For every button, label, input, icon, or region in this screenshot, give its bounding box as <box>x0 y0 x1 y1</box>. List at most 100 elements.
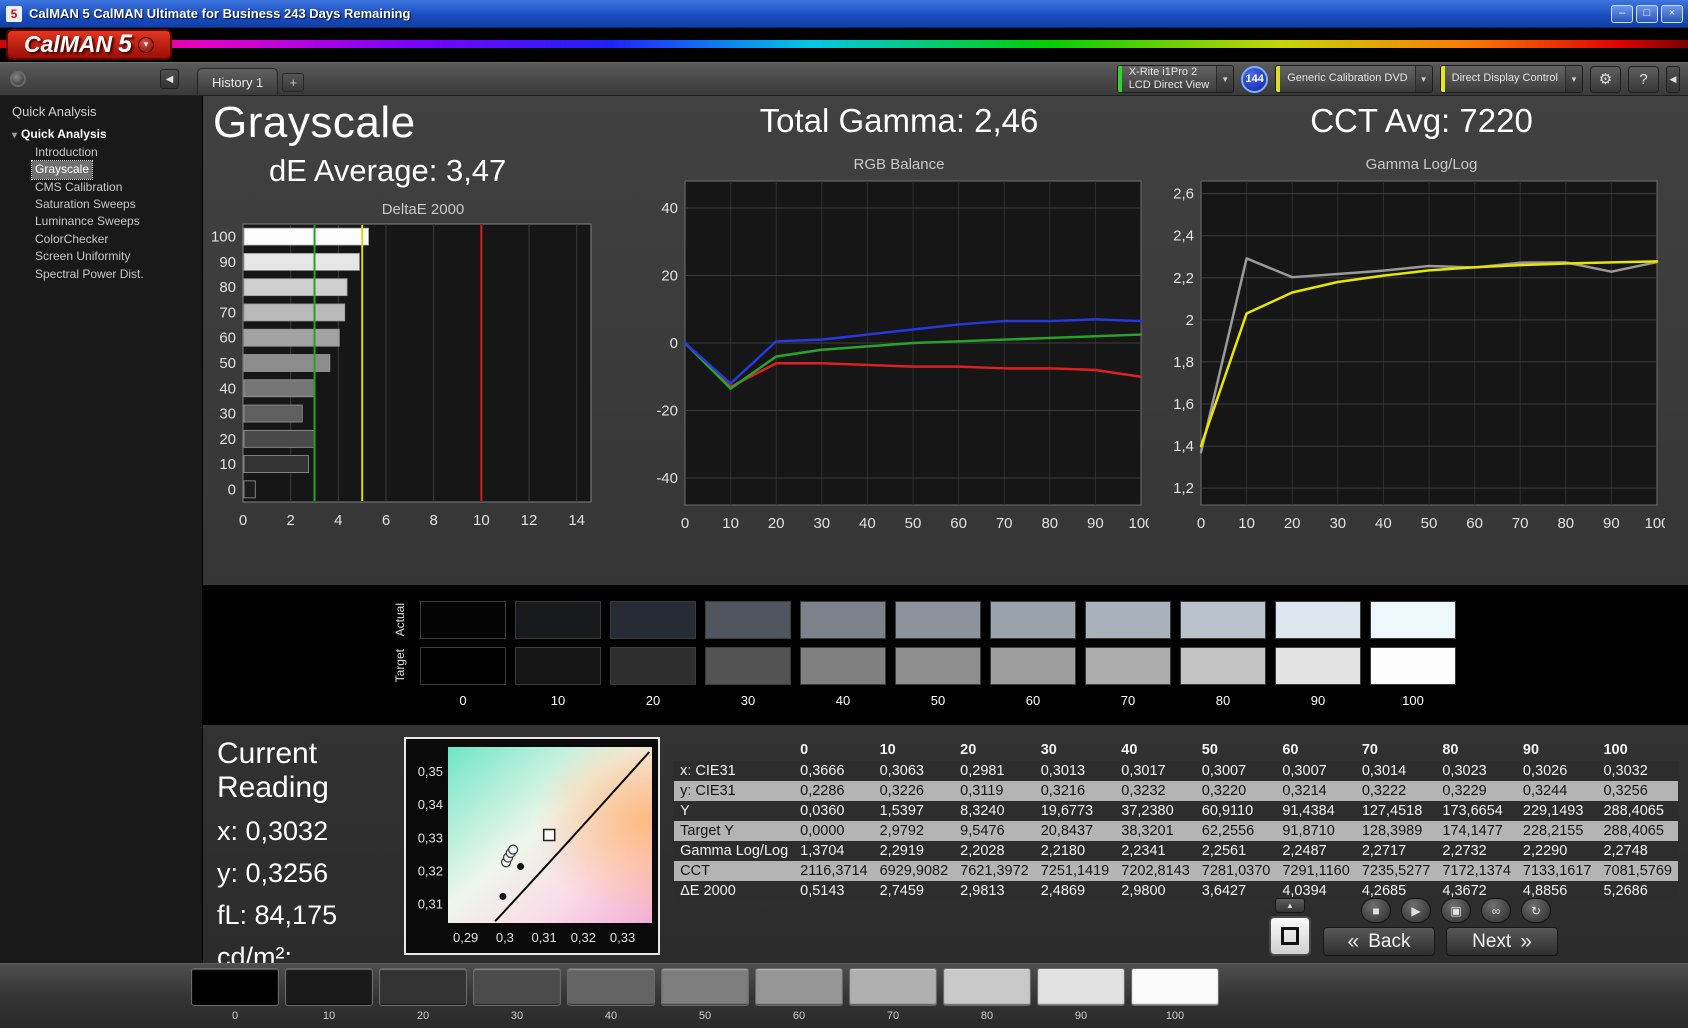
pattern-swatch-0[interactable]: 0 <box>191 968 279 1022</box>
next-button[interactable]: Next » <box>1446 927 1558 956</box>
continuous-measure-button[interactable]: ∞ <box>1481 898 1511 923</box>
pattern-swatch-button[interactable] <box>755 968 843 1006</box>
svg-text:20: 20 <box>661 268 678 285</box>
pattern-swatch-100[interactable]: 100 <box>1131 968 1219 1022</box>
svg-text:2,4: 2,4 <box>1173 228 1194 245</box>
svg-text:40: 40 <box>1375 515 1392 532</box>
target-swatch-20 <box>610 647 696 685</box>
target-swatch-90 <box>1275 647 1361 685</box>
svg-text:50: 50 <box>1421 515 1438 532</box>
pattern-window-button[interactable] <box>1269 916 1311 956</box>
transport-buttons: ■ ▶ ▣ ∞ ↻ <box>1361 898 1558 923</box>
pattern-swatch-button[interactable] <box>191 968 279 1006</box>
pattern-swatch-button[interactable] <box>943 968 1031 1006</box>
display-dropdown-icon[interactable]: ▼ <box>1565 66 1582 92</box>
add-tab-button[interactable]: + <box>282 73 305 92</box>
svg-text:-40: -40 <box>656 470 678 487</box>
svg-text:1,6: 1,6 <box>1173 396 1194 413</box>
sidebar-tree-root[interactable]: ▾ Quick Analysis <box>12 127 194 141</box>
tree-collapse-icon[interactable]: ▾ <box>12 130 17 141</box>
svg-text:10: 10 <box>219 456 236 473</box>
help-button[interactable]: ? <box>1628 65 1659 93</box>
brand-bar: CalMAN 5 ▾ <box>0 28 1688 62</box>
meter-dropdown-icon[interactable]: ▼ <box>1216 66 1234 92</box>
pattern-swatch-button[interactable] <box>849 968 937 1006</box>
pattern-swatch-60[interactable]: 60 <box>755 968 843 1022</box>
actual-swatch-0 <box>420 601 506 639</box>
tab-history-1[interactable]: History 1 <box>197 68 279 95</box>
sidebar-item-grayscale[interactable]: Grayscale <box>30 160 94 180</box>
sidebar-item-spectral-power-dist-[interactable]: Spectral Power Dist. <box>32 266 147 283</box>
sidebar-item-saturation-sweeps[interactable]: Saturation Sweeps <box>32 196 139 213</box>
settings-gear-button[interactable]: ⚙ <box>1590 65 1621 93</box>
svg-text:80: 80 <box>1041 515 1058 532</box>
sidebar-item-introduction[interactable]: Introduction <box>32 144 101 161</box>
pattern-swatch-10[interactable]: 10 <box>285 968 373 1022</box>
actual-swatch-90 <box>1275 601 1361 639</box>
sidebar-item-luminance-sweeps[interactable]: Luminance Sweeps <box>32 213 143 230</box>
pattern-swatch-button[interactable] <box>379 968 467 1006</box>
table-col-10: 10 <box>879 742 896 758</box>
pattern-swatch-50[interactable]: 50 <box>661 968 749 1022</box>
actual-swatch-60 <box>990 601 1076 639</box>
logo-menu-icon[interactable]: ▾ <box>138 36 155 53</box>
pattern-swatch-20[interactable]: 20 <box>379 968 467 1022</box>
sidebar-collapse-button[interactable]: ◀ <box>160 69 179 89</box>
actual-swatch-50 <box>895 601 981 639</box>
pattern-swatch-80[interactable]: 80 <box>943 968 1031 1022</box>
sidebar-item-screen-uniformity[interactable]: Screen Uniformity <box>32 248 133 265</box>
source-selector[interactable]: Generic Calibration DVD ▼ <box>1275 65 1433 93</box>
single-measure-button[interactable]: ▣ <box>1441 898 1471 923</box>
pattern-swatch-40[interactable]: 40 <box>567 968 655 1022</box>
rgb-balance-chart: -40 -20 0 20 40 0 10 20 30 40 50 60 70 80 90 100 <box>641 173 1157 537</box>
current-reading-title: Current Reading <box>217 737 329 804</box>
pattern-swatch-button[interactable] <box>285 968 373 1006</box>
right-panel-collapse-button[interactable]: ◀ <box>1666 65 1680 93</box>
svg-text:-20: -20 <box>656 403 678 420</box>
meter-mode: LCD Direct View <box>1128 79 1210 91</box>
pattern-swatch-90[interactable]: 90 <box>1037 968 1125 1022</box>
maximize-button[interactable]: □ <box>1636 4 1658 23</box>
table-col-100: 100 <box>1603 742 1628 758</box>
pattern-swatch-button[interactable] <box>473 968 561 1006</box>
pattern-swatch-30[interactable]: 30 <box>473 968 561 1022</box>
pattern-swatch-button[interactable] <box>1131 968 1219 1006</box>
svg-text:0,33: 0,33 <box>418 830 443 845</box>
close-button[interactable]: × <box>1661 4 1683 23</box>
pattern-swatch-button[interactable] <box>1037 968 1125 1006</box>
stop-button[interactable]: ■ <box>1361 898 1391 923</box>
calman-logo[interactable]: CalMAN 5 ▾ <box>6 29 172 60</box>
cct-avg-value: CCT Avg: 7220 <box>1310 102 1533 139</box>
panel-knob-button[interactable] <box>10 71 26 87</box>
meter-selector[interactable]: X-Rite i1Pro 2 LCD Direct View ▼ <box>1116 65 1235 93</box>
svg-text:20: 20 <box>768 515 785 532</box>
pattern-swatch-button[interactable] <box>661 968 749 1006</box>
table-row-target-y: Target Y 0,0000 2,9792 9,5476 20,8437 38,3201… <box>674 821 1678 841</box>
svg-text:10: 10 <box>473 512 490 529</box>
back-icon: « <box>1347 929 1360 953</box>
pattern-swatch-button[interactable] <box>567 968 655 1006</box>
reading-x: x: 0,3032 <box>217 816 329 846</box>
play-button[interactable]: ▶ <box>1401 898 1431 923</box>
minimize-button[interactable]: – <box>1611 4 1633 23</box>
svg-text:12: 12 <box>521 512 538 529</box>
sidebar-item-colorchecker[interactable]: ColorChecker <box>32 231 111 248</box>
sidebar-item-cms-calibration[interactable]: CMS Calibration <box>32 179 125 196</box>
table-row-y-cie31: y: CIE31 0,2286 0,3226 0,3119 0,3216 0,3232 0,… <box>674 781 1678 801</box>
content: Grayscale dE Average: 3,47 DeltaE 2000 0… <box>203 96 1688 1003</box>
pattern-swatch-70[interactable]: 70 <box>849 968 937 1022</box>
rainbow-strip <box>0 40 1688 48</box>
back-button[interactable]: « Back <box>1323 927 1435 956</box>
pattern-swatch-label: 10 <box>322 1010 336 1022</box>
svg-text:0,29: 0,29 <box>453 930 478 945</box>
repeat-button[interactable]: ↻ <box>1521 898 1551 923</box>
svg-text:1,2: 1,2 <box>1173 480 1194 497</box>
display-selector[interactable]: Direct Display Control ▼ <box>1439 65 1583 93</box>
svg-text:0: 0 <box>681 515 689 532</box>
expand-button[interactable]: ▲ <box>1275 898 1305 913</box>
source-dropdown-icon[interactable]: ▼ <box>1414 66 1432 92</box>
svg-text:14: 14 <box>568 512 585 529</box>
svg-text:0,33: 0,33 <box>610 930 635 945</box>
next-icon: » <box>1520 929 1532 953</box>
toolbar: ◀ History 1 + X-Rite i1Pro 2 LCD Direct … <box>0 62 1688 96</box>
